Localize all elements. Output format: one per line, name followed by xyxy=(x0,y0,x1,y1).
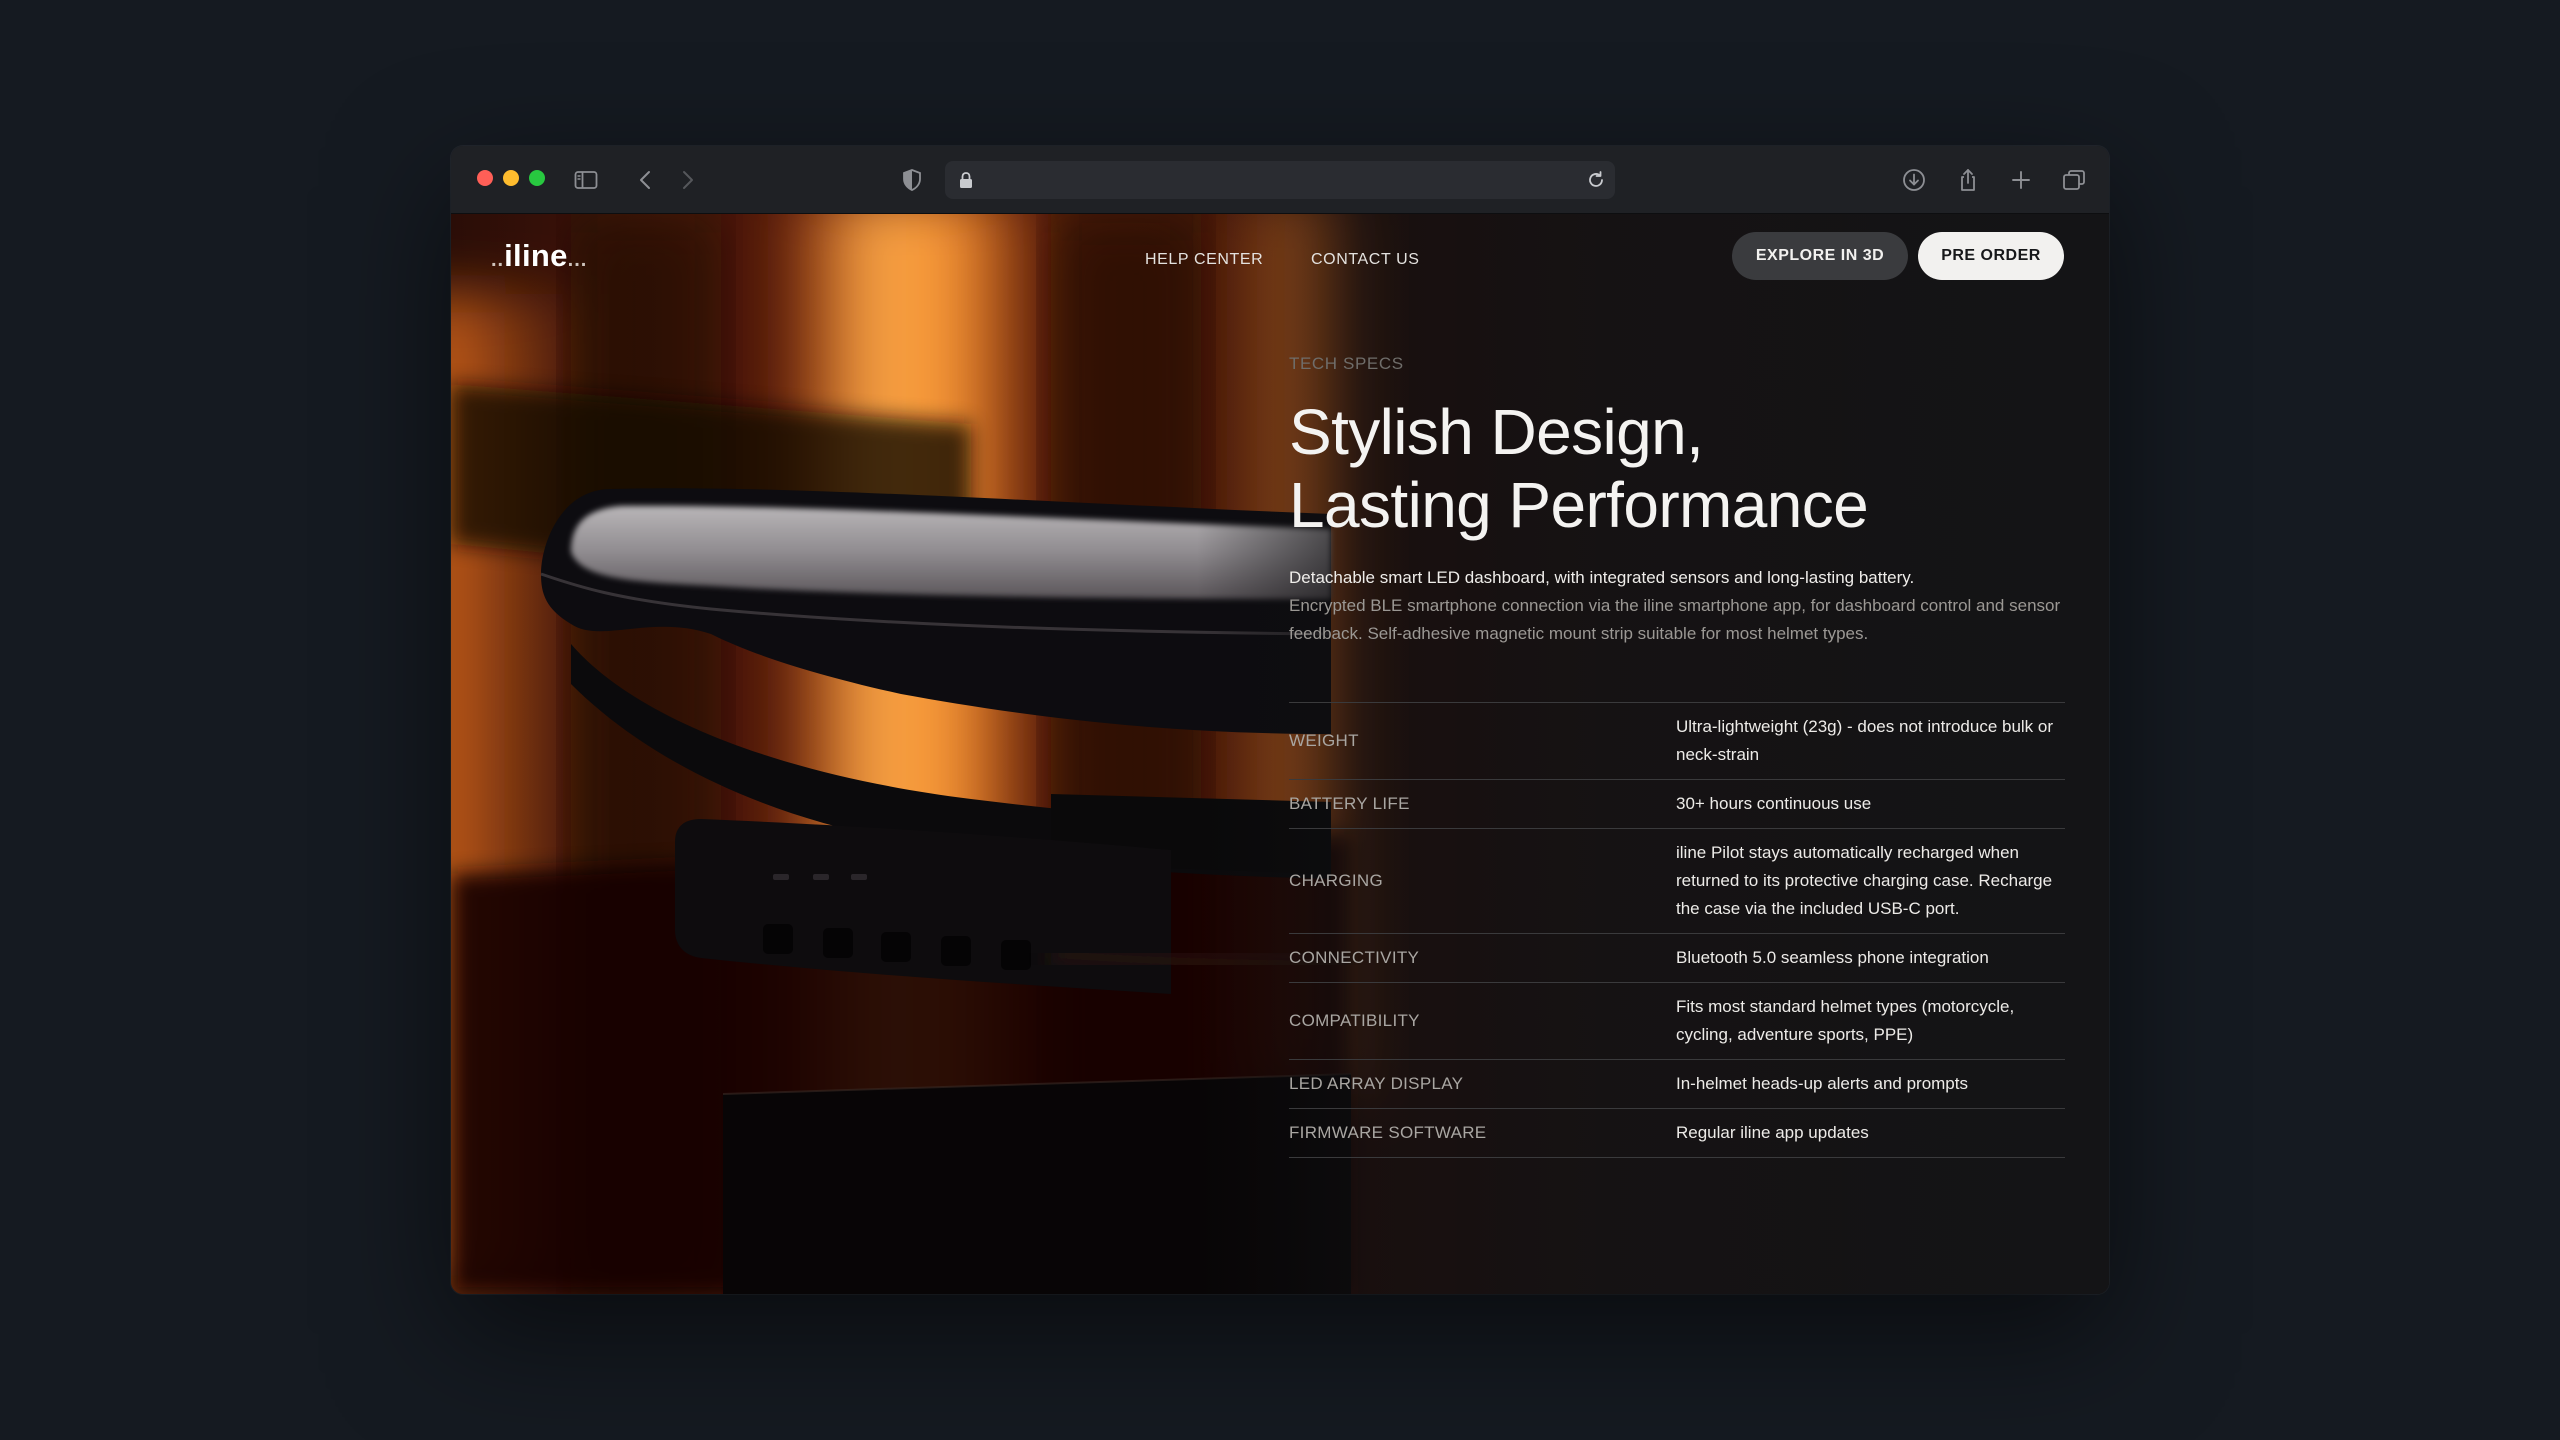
spec-label: BATTERY LIFE xyxy=(1289,794,1410,813)
new-tab-icon[interactable] xyxy=(2007,166,2035,194)
browser-toolbar xyxy=(451,146,2109,214)
spec-label: CONNECTIVITY xyxy=(1289,948,1420,967)
spec-row-charging: CHARGING iline Pilot stays automatically… xyxy=(1289,829,2065,934)
description-rest: Encrypted BLE smartphone connection via … xyxy=(1289,596,2061,643)
page-title: Stylish Design, Lasting Performance xyxy=(1289,396,2065,542)
spec-value: Bluetooth 5.0 seamless phone integration xyxy=(1676,948,1989,967)
tab-overview-icon[interactable] xyxy=(2060,166,2088,194)
sidebar-toggle-icon[interactable] xyxy=(572,166,600,194)
spec-value: In-helmet heads-up alerts and prompts xyxy=(1676,1074,1968,1093)
nav-link-help-center[interactable]: HELP CENTER xyxy=(1145,251,1263,269)
explore-3d-button[interactable]: EXPLORE IN 3D xyxy=(1732,232,1908,280)
spec-value: 30+ hours continuous use xyxy=(1676,794,1872,813)
spec-row-led-array-display: LED ARRAY DISPLAY In-helmet heads-up ale… xyxy=(1289,1060,2065,1109)
spec-label: WEIGHT xyxy=(1289,731,1359,750)
spec-row-compatibility: COMPATIBILITY Fits most standard helmet … xyxy=(1289,983,2065,1060)
logo-dots-right: ... xyxy=(567,249,588,271)
minimize-window-button[interactable] xyxy=(503,170,519,186)
spec-label: FIRMWARE SOFTWARE xyxy=(1289,1123,1487,1142)
spec-table: WEIGHT Ultra-lightweight (23g) - does no… xyxy=(1289,702,2065,1158)
pre-order-button[interactable]: PRE ORDER xyxy=(1918,232,2064,280)
spec-row-weight: WEIGHT Ultra-lightweight (23g) - does no… xyxy=(1289,703,2065,780)
description-lead: Detachable smart LED dashboard, with int… xyxy=(1289,568,1915,587)
lock-icon xyxy=(960,172,972,188)
share-icon[interactable] xyxy=(1954,166,1982,194)
spec-row-battery-life: BATTERY LIFE 30+ hours continuous use xyxy=(1289,780,2065,829)
address-bar[interactable] xyxy=(945,161,1615,199)
spec-label: CHARGING xyxy=(1289,871,1384,890)
back-icon[interactable] xyxy=(632,166,660,194)
download-icon[interactable] xyxy=(1900,166,1928,194)
logo-dots-left: .. xyxy=(491,249,505,271)
reload-icon[interactable] xyxy=(1585,169,1607,191)
privacy-shield-icon[interactable] xyxy=(898,166,926,194)
spec-row-firmware-software: FIRMWARE SOFTWARE Regular iline app upda… xyxy=(1289,1109,2065,1158)
browser-window: .. iline ... HELP CENTER CONTACT US EXPL… xyxy=(451,146,2109,1294)
spec-value: Regular iline app updates xyxy=(1676,1123,1869,1142)
spec-value: Ultra-lightweight (23g) - does not intro… xyxy=(1676,717,2054,764)
nav-link-contact-us[interactable]: CONTACT US xyxy=(1311,251,1420,269)
site-header: .. iline ... HELP CENTER CONTACT US EXPL… xyxy=(451,214,2109,296)
product-description: Detachable smart LED dashboard, with int… xyxy=(1289,564,2065,648)
close-window-button[interactable] xyxy=(477,170,493,186)
spec-row-connectivity: CONNECTIVITY Bluetooth 5.0 seamless phon… xyxy=(1289,934,2065,983)
logo-wordmark: iline xyxy=(504,238,568,273)
spec-value: iline Pilot stays automatically recharge… xyxy=(1676,843,2053,918)
spec-label: LED ARRAY DISPLAY xyxy=(1289,1074,1464,1093)
section-eyebrow: TECH SPECS xyxy=(1289,354,1404,373)
zoom-window-button[interactable] xyxy=(529,170,545,186)
forward-icon[interactable] xyxy=(673,166,701,194)
headline-line-1: Stylish Design, xyxy=(1289,396,1704,468)
spec-label: COMPATIBILITY xyxy=(1289,1011,1420,1030)
headline-line-2: Lasting Performance xyxy=(1289,469,1869,541)
spec-value: Fits most standard helmet types (motorcy… xyxy=(1676,997,2015,1044)
iline-logo[interactable]: .. iline ... xyxy=(491,238,587,274)
web-page: .. iline ... HELP CENTER CONTACT US EXPL… xyxy=(451,214,2109,1294)
tech-specs-section: TECH SPECS Stylish Design, Lasting Perfo… xyxy=(1289,354,2065,1158)
